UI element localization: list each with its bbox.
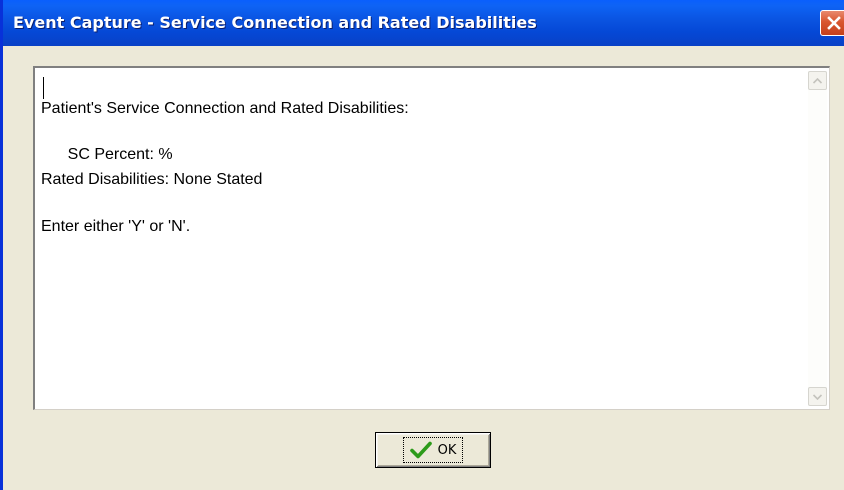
message-line: SC Percent: %: [41, 146, 173, 163]
scroll-up-button[interactable]: [808, 71, 827, 90]
window-title: Event Capture - Service Connection and R…: [13, 13, 537, 32]
title-bar[interactable]: Event Capture - Service Connection and R…: [3, 0, 844, 46]
dialog-window: Event Capture - Service Connection and R…: [0, 0, 844, 490]
ok-button[interactable]: OK: [375, 432, 491, 468]
vertical-scrollbar[interactable]: [808, 71, 827, 406]
text-caret: [43, 77, 44, 99]
ok-button-label: OK: [437, 442, 457, 458]
scroll-up-arrow-icon: [813, 77, 822, 84]
ok-button-focus: OK: [402, 437, 464, 463]
message-text-area[interactable]: Patient's Service Connection and Rated D…: [41, 74, 803, 405]
close-button[interactable]: [820, 10, 844, 36]
message-line: Rated Disabilities: None Stated: [41, 171, 263, 188]
scroll-down-button[interactable]: [808, 387, 827, 406]
scroll-down-arrow-icon: [813, 393, 822, 400]
message-line: Enter either 'Y' or 'N'.: [41, 218, 191, 235]
close-icon: [827, 16, 841, 30]
checkmark-icon: [409, 441, 432, 459]
message-line: Patient's Service Connection and Rated D…: [41, 100, 409, 117]
message-textbox[interactable]: Patient's Service Connection and Rated D…: [33, 66, 830, 410]
